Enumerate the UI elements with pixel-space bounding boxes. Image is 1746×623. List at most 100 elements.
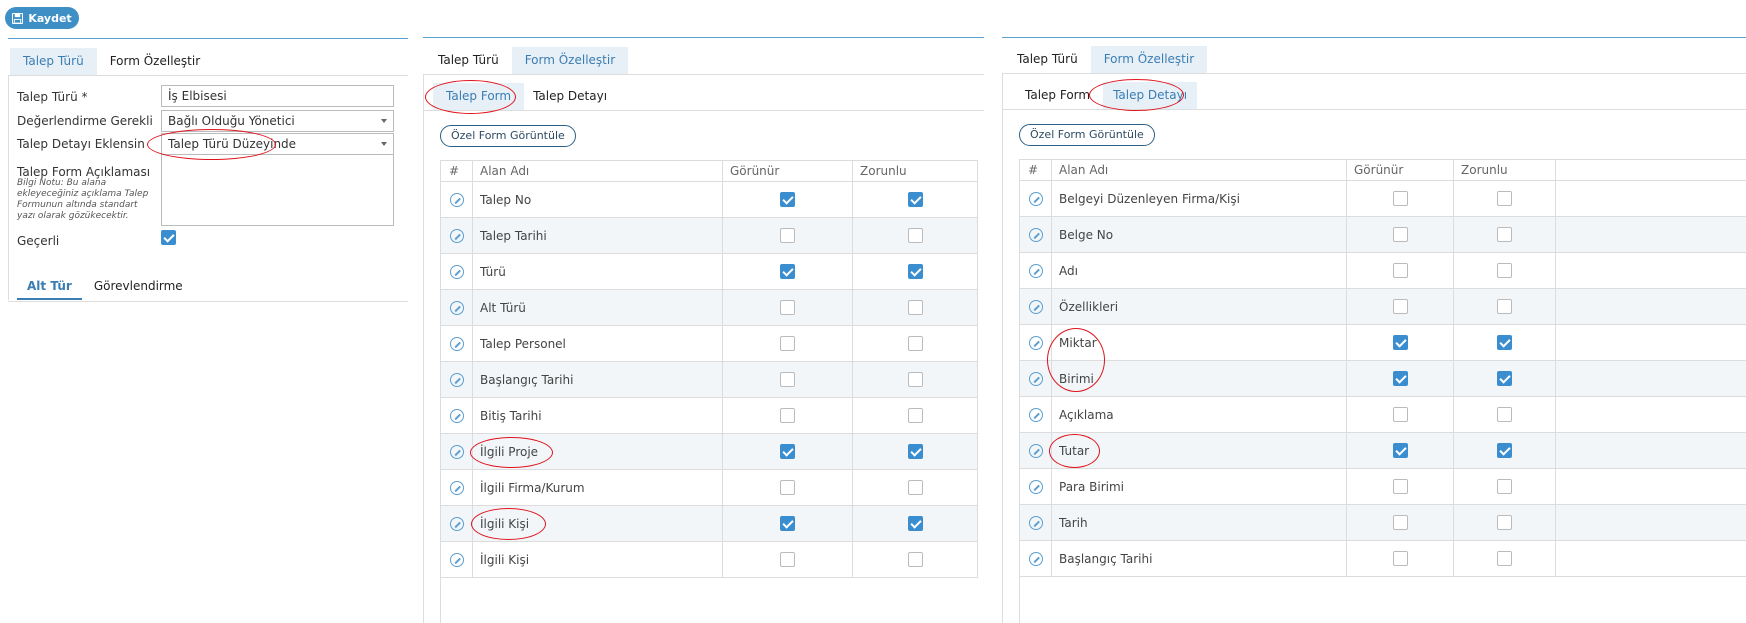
talep-detayi-select[interactable]: Talep Türü Düzeyinde	[161, 133, 394, 155]
edit-icon[interactable]	[1028, 263, 1043, 278]
edit-icon[interactable]	[449, 300, 464, 315]
edit-icon[interactable]	[449, 552, 464, 567]
required-checkbox[interactable]	[907, 372, 923, 387]
tab-form-ozellestir[interactable]: Form Özelleştir	[511, 47, 629, 74]
aciklama-textarea[interactable]	[161, 154, 394, 226]
required-checkbox[interactable]	[907, 336, 923, 351]
required-checkbox[interactable]	[1497, 335, 1512, 350]
gecerli-checkbox[interactable]	[161, 230, 176, 245]
required-checkbox[interactable]	[907, 444, 923, 459]
required-checkbox[interactable]	[907, 408, 923, 423]
visible-checkbox[interactable]	[780, 408, 795, 423]
edit-icon[interactable]	[449, 192, 464, 207]
tab-talep-turu[interactable]: Talep Türü	[425, 47, 512, 74]
visible-checkbox[interactable]	[780, 516, 795, 531]
tab-form-ozellestir[interactable]: Form Özelleştir	[1090, 46, 1208, 73]
visible-checkbox[interactable]	[1392, 479, 1408, 494]
required-checkbox[interactable]	[907, 300, 923, 315]
subtab-talep-form[interactable]: Talep Form	[1012, 82, 1103, 109]
visible-checkbox[interactable]	[1392, 227, 1408, 242]
required-cell	[1454, 505, 1556, 540]
visible-checkbox[interactable]	[1392, 371, 1408, 386]
required-checkbox[interactable]	[907, 192, 923, 207]
tab-talep-turu[interactable]: Talep Türü	[10, 48, 97, 75]
visible-checkbox[interactable]	[1392, 407, 1408, 422]
subtab-talep-detayi[interactable]: Talep Detayı	[1103, 82, 1198, 109]
edit-icon[interactable]	[449, 444, 464, 459]
required-checkbox[interactable]	[907, 480, 923, 495]
field-name: Özellikleri	[1052, 289, 1347, 324]
edit-icon[interactable]	[449, 228, 464, 243]
edit-icon[interactable]	[1028, 479, 1043, 494]
required-checkbox[interactable]	[1497, 263, 1512, 278]
ozel-form-goruntule-button[interactable]: Özel Form Görüntüle	[1019, 124, 1155, 146]
visible-checkbox[interactable]	[1392, 515, 1408, 530]
visible-checkbox[interactable]	[1392, 299, 1408, 314]
panel2-tab-rule	[423, 74, 984, 75]
edit-cell	[441, 218, 473, 253]
edit-icon[interactable]	[1028, 335, 1043, 350]
subtab-talep-detayi[interactable]: Talep Detayı	[524, 83, 616, 110]
required-checkbox[interactable]	[1497, 479, 1512, 494]
edit-icon[interactable]	[449, 372, 464, 387]
visible-checkbox[interactable]	[780, 372, 795, 387]
edit-cell	[1020, 217, 1052, 252]
required-checkbox[interactable]	[1497, 299, 1512, 314]
required-checkbox[interactable]	[907, 228, 923, 243]
edit-icon[interactable]	[1028, 227, 1043, 242]
save-button[interactable]: Kaydet	[5, 7, 79, 29]
visible-checkbox[interactable]	[780, 228, 795, 243]
ozel-form-goruntule-button[interactable]: Özel Form Görüntüle	[440, 125, 576, 147]
visible-checkbox[interactable]	[780, 192, 795, 207]
visible-checkbox[interactable]	[780, 444, 795, 459]
tab-talep-turu[interactable]: Talep Türü	[1004, 46, 1091, 73]
edit-icon[interactable]	[449, 516, 464, 531]
edit-icon[interactable]	[1028, 191, 1043, 206]
gecerli-label: Geçerli	[17, 234, 60, 248]
required-checkbox[interactable]	[1497, 515, 1512, 530]
visible-checkbox[interactable]	[1392, 443, 1408, 458]
edit-icon[interactable]	[449, 408, 464, 423]
visible-cell	[1347, 433, 1454, 468]
visible-checkbox[interactable]	[780, 336, 795, 351]
required-checkbox[interactable]	[907, 552, 923, 567]
visible-checkbox[interactable]	[1392, 551, 1408, 566]
edit-icon[interactable]	[1028, 551, 1043, 566]
column-header: Alan Adı	[1052, 160, 1347, 180]
edit-icon[interactable]	[1028, 443, 1043, 458]
edit-icon[interactable]	[1028, 407, 1043, 422]
required-checkbox[interactable]	[1497, 407, 1512, 422]
required-checkbox[interactable]	[1497, 227, 1512, 242]
required-checkbox[interactable]	[1497, 371, 1512, 386]
edit-icon[interactable]	[449, 480, 464, 495]
visible-checkbox[interactable]	[780, 480, 795, 495]
required-checkbox[interactable]	[1497, 551, 1512, 566]
edit-icon[interactable]	[1028, 371, 1043, 386]
edit-icon[interactable]	[1028, 299, 1043, 314]
panel3-left-border	[1002, 73, 1003, 623]
required-checkbox[interactable]	[907, 264, 923, 279]
visible-cell	[723, 362, 853, 397]
field-name: Belge No	[1052, 217, 1347, 252]
required-cell	[853, 254, 978, 289]
edit-icon[interactable]	[449, 264, 464, 279]
edit-icon[interactable]	[1028, 515, 1043, 530]
required-checkbox[interactable]	[907, 516, 923, 531]
tab-gorevlendirme[interactable]: Görevlendirme	[82, 273, 195, 300]
tab-form-ozellestir[interactable]: Form Özelleştir	[97, 48, 213, 75]
subtab-talep-form[interactable]: Talep Form	[433, 83, 525, 110]
visible-cell	[1347, 217, 1454, 252]
visible-checkbox[interactable]	[780, 264, 795, 279]
required-checkbox[interactable]	[1497, 191, 1512, 206]
talep-turu-input[interactable]: İş Elbisesi	[161, 85, 394, 107]
edit-icon[interactable]	[449, 336, 464, 351]
field-name: İlgili Kişi	[473, 542, 723, 577]
visible-checkbox[interactable]	[1392, 263, 1408, 278]
visible-checkbox[interactable]	[1392, 191, 1408, 206]
visible-checkbox[interactable]	[1392, 335, 1408, 350]
visible-checkbox[interactable]	[780, 300, 795, 315]
degerlendirme-select[interactable]: Bağlı Olduğu Yönetici	[161, 110, 394, 132]
required-checkbox[interactable]	[1497, 443, 1512, 458]
tab-alt-tur[interactable]: Alt Tür	[17, 273, 82, 300]
visible-checkbox[interactable]	[780, 552, 795, 567]
